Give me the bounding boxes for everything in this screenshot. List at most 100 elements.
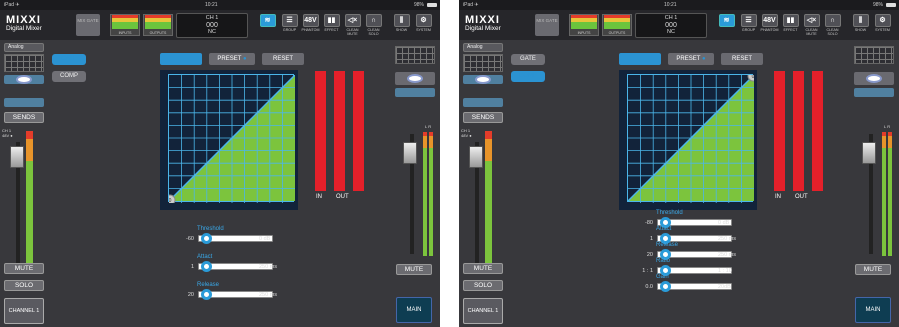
dynamics-on-button[interactable] (619, 53, 661, 65)
out-label: OUT (795, 194, 808, 200)
effect-button[interactable]: ▮▮ EFFECT (322, 14, 341, 36)
dynamics-button[interactable] (4, 98, 44, 107)
preset-button[interactable]: PRESET ● (668, 53, 714, 65)
wifi-button[interactable]: ≋ (717, 14, 736, 36)
comp-button[interactable]: COMP (511, 71, 545, 82)
main-mute-button[interactable]: MUTE (396, 264, 432, 275)
in-meter (774, 71, 785, 191)
device-label: iPad ✈ (4, 2, 20, 8)
param-knob[interactable] (660, 281, 672, 292)
sends-button[interactable]: SENDS (4, 112, 44, 123)
solo-button[interactable]: SOLO (463, 280, 503, 291)
gate-button[interactable]: GATE (52, 54, 86, 65)
mute-button[interactable]: MUTE (463, 263, 503, 274)
main-dynamics-button[interactable] (395, 88, 435, 97)
clean-mute-button[interactable]: ◁× CLEAN MUTE (343, 14, 362, 36)
wifi-button[interactable]: ≋ (258, 14, 277, 36)
main-balance-knob[interactable] (866, 74, 882, 83)
inputs-meter[interactable]: INPUTS (110, 14, 140, 36)
param-knob[interactable] (201, 261, 213, 272)
out-meter (334, 71, 345, 191)
group-button[interactable]: ☰ GROUP (739, 14, 758, 36)
clean-solo-label: CLEAN SOLO (826, 28, 839, 36)
effect-button[interactable]: ▮▮ EFFECT (781, 14, 800, 36)
param-name: Ratio (656, 258, 671, 264)
gate-button[interactable]: GATE (511, 54, 545, 65)
app-subtitle: Digital Mixer (6, 25, 42, 32)
main-button[interactable]: MAIN (396, 297, 432, 323)
gear-icon: ⚙ (415, 14, 432, 27)
main-fader-handle[interactable] (862, 142, 876, 164)
channel-button[interactable]: CHANNEL 1 (4, 298, 44, 324)
transfer-curve-svg: 0 (628, 75, 754, 203)
outputs-meter[interactable]: OUTPUTS (602, 14, 632, 36)
preset-button[interactable]: PRESET ● (209, 53, 255, 65)
inputs-meter[interactable]: INPUTS (569, 14, 599, 36)
battery-label: 98% (872, 2, 883, 8)
channel-strip: Analog SENDS CH 1 48V ● MUTE SOLO CHANNEL… (2, 42, 46, 326)
mix-gate-button[interactable]: MIX GATE (76, 14, 100, 36)
wifi-icon: ≋ (718, 14, 735, 27)
clean-solo-button[interactable]: ∩ CLEAN SOLO (823, 14, 842, 36)
eq-thumbnail[interactable] (4, 54, 44, 72)
dynamics-on-button[interactable] (160, 53, 202, 65)
channel-display: CH 1 000 NC (176, 13, 248, 38)
comp-button[interactable]: COMP (52, 71, 86, 82)
param-max: 250 ms (718, 252, 737, 258)
clean-solo-button[interactable]: ∩ CLEAN SOLO (364, 14, 383, 36)
app-subtitle: Digital Mixer (465, 25, 501, 32)
system-button[interactable]: ⚙ SYSTEM (414, 14, 433, 36)
wifi-icon: ≋ (259, 14, 276, 27)
phantom-label: PHANTOM (301, 28, 320, 32)
channel-display-number: 000 (665, 22, 677, 29)
param-min: 0.0 (645, 284, 653, 290)
outputs-meter[interactable]: OUTPUTS (143, 14, 173, 36)
clean-mute-button[interactable]: ◁× CLEAN MUTE (802, 14, 821, 36)
channel-display-number: 000 (206, 22, 218, 29)
reset-button[interactable]: RESET (721, 53, 763, 65)
group-button[interactable]: ☰ GROUP (280, 14, 299, 36)
source-select[interactable]: Analog (4, 43, 44, 52)
eq-thumbnail[interactable] (463, 54, 503, 72)
main-strip: L R MUTE MAIN (392, 42, 438, 326)
system-button[interactable]: ⚙ SYSTEM (873, 14, 892, 36)
channel-button[interactable]: CHANNEL 1 (463, 298, 503, 324)
reset-button[interactable]: RESET (262, 53, 304, 65)
speaker-mute-icon: ◁× (344, 14, 361, 27)
clean-mute-label: CLEAN MUTE (346, 28, 359, 36)
sends-button[interactable]: SENDS (463, 112, 503, 123)
phantom-button[interactable]: 48V PHANTOM (760, 14, 779, 36)
screen-gate: iPad ✈ 10:21 98% MIXXI Digital Mixer MIX … (459, 0, 899, 327)
transfer-curve-plot[interactable]: 0 (168, 74, 295, 203)
mute-button[interactable]: MUTE (4, 263, 44, 274)
param-knob[interactable] (201, 289, 213, 300)
in-label: IN (316, 194, 322, 200)
channel-phantom: 48V ● (2, 133, 13, 138)
param-knob[interactable] (201, 233, 213, 244)
main-strip: L R MUTE MAIN (851, 42, 897, 326)
main-button[interactable]: MAIN (855, 297, 891, 323)
main-mute-button[interactable]: MUTE (855, 264, 891, 275)
show-button[interactable]: ⫼ SHOW (392, 14, 411, 36)
mix-gate-button[interactable]: MIX GATE (535, 14, 559, 36)
transfer-curve-svg: 0 (169, 75, 295, 203)
fader-handle[interactable] (469, 146, 483, 168)
show-button[interactable]: ⫼ SHOW (851, 14, 870, 36)
solo-button[interactable]: SOLO (4, 280, 44, 291)
fader-handle[interactable] (10, 146, 24, 168)
pan-knob[interactable] (16, 75, 32, 84)
phantom-button[interactable]: 48V PHANTOM (301, 14, 320, 36)
main-eq-thumbnail[interactable] (395, 46, 435, 64)
channel-display-name: CH 1 (664, 15, 678, 21)
main-fader-handle[interactable] (403, 142, 417, 164)
main-dynamics-button[interactable] (854, 88, 894, 97)
list-icon: ☰ (281, 14, 298, 27)
status-bar: iPad ✈ 10:21 98% (459, 0, 899, 10)
main-meter-left (423, 132, 427, 257)
transfer-curve-plot[interactable]: 0 (627, 74, 754, 203)
pan-knob[interactable] (475, 75, 491, 84)
main-balance-knob[interactable] (407, 74, 423, 83)
main-eq-thumbnail[interactable] (854, 46, 894, 64)
dynamics-button[interactable] (463, 98, 503, 107)
source-select[interactable]: Analog (463, 43, 503, 52)
